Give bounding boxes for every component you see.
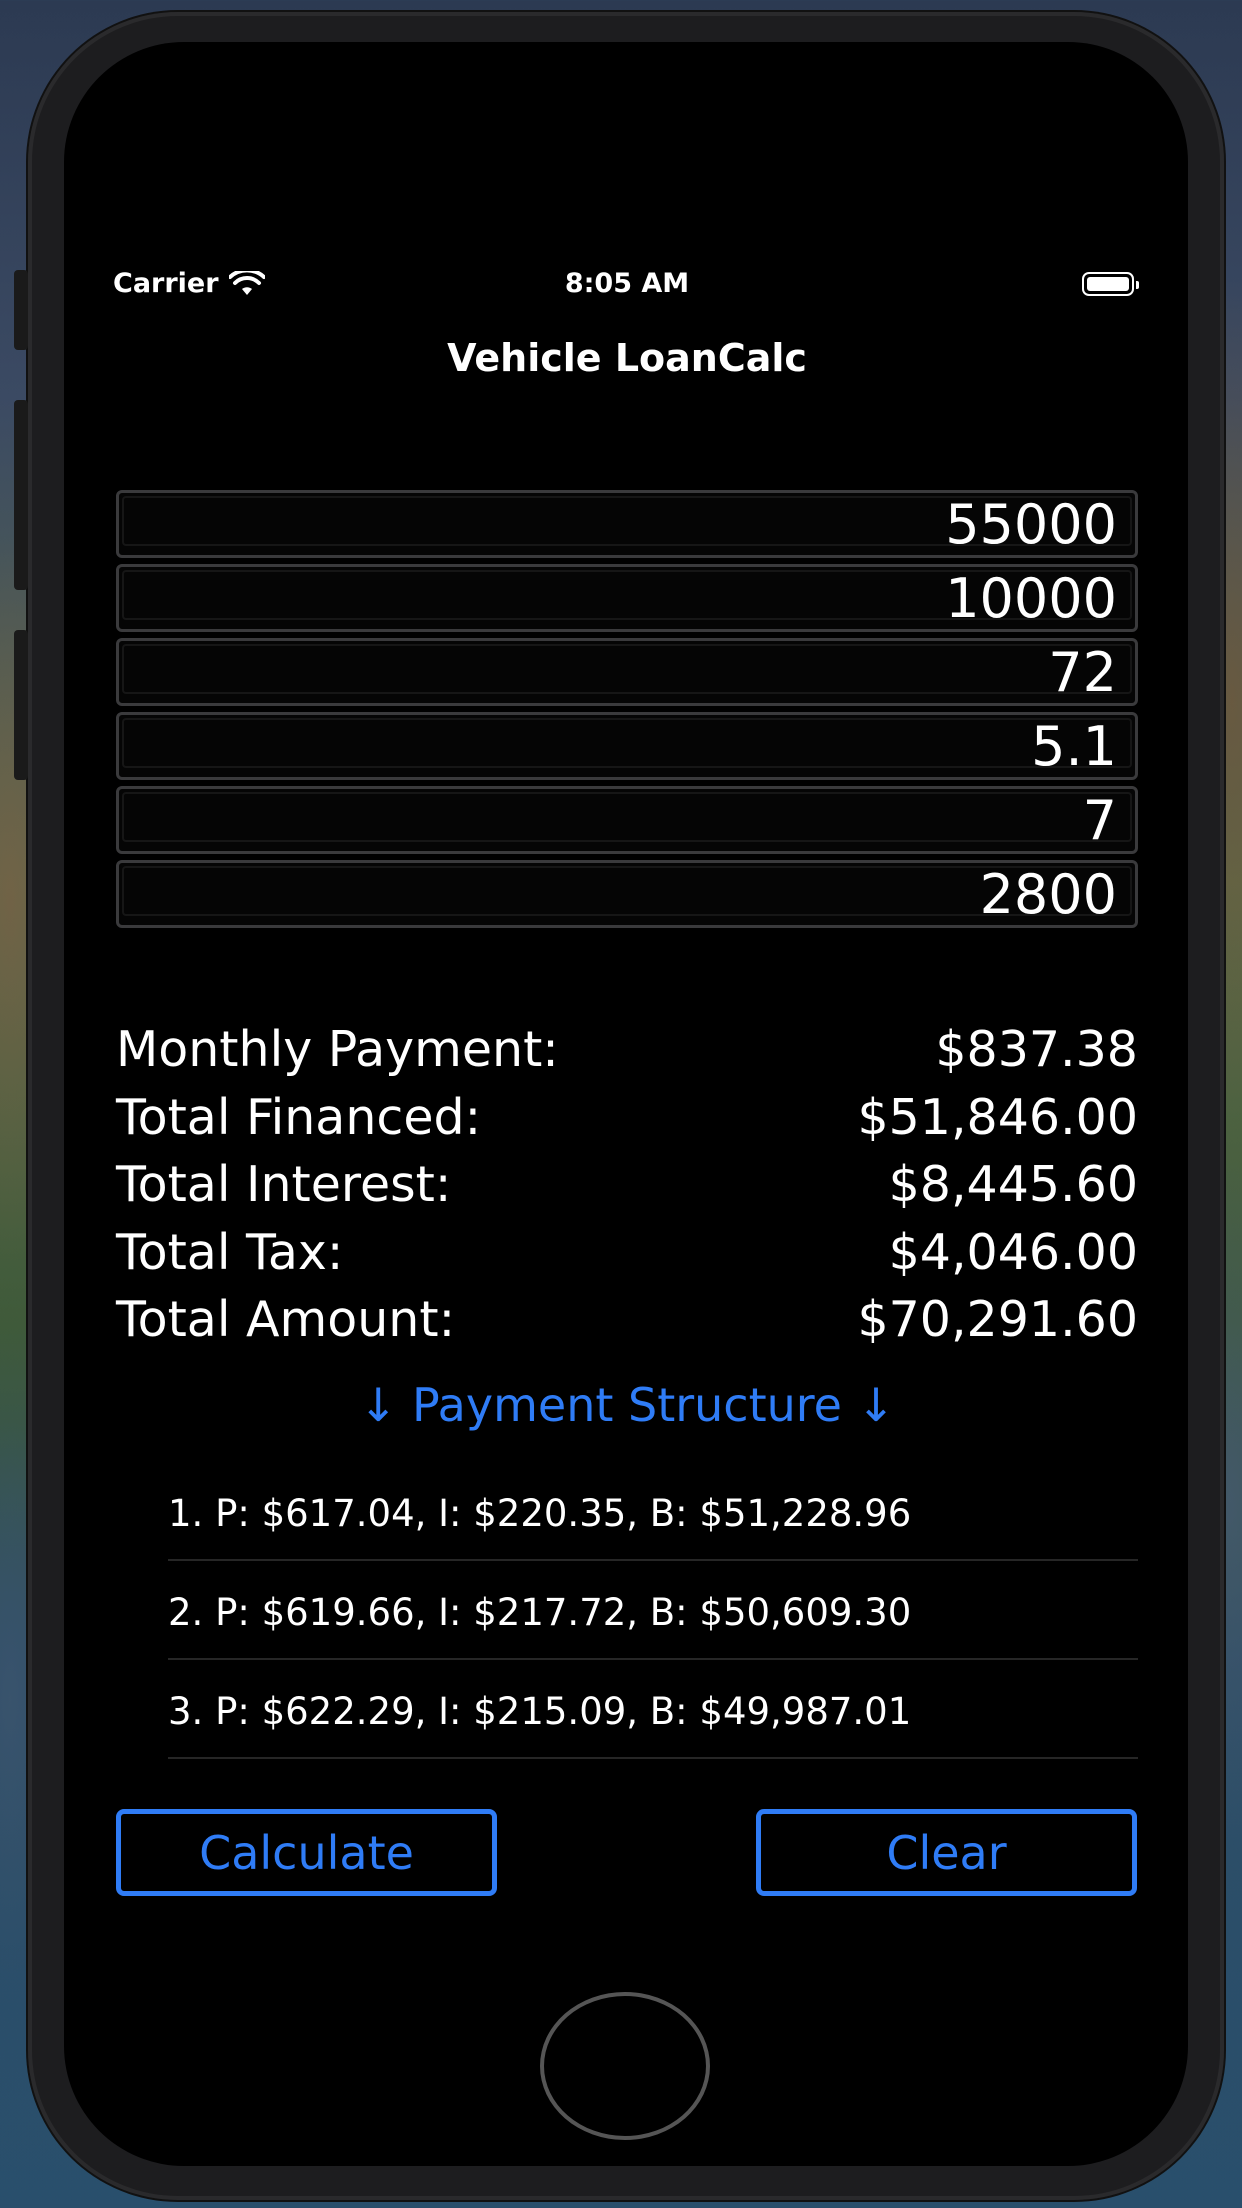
loan-inputs [116,490,1138,934]
results-summary: Monthly Payment: $837.38 Total Financed:… [116,1016,1138,1354]
total-financed-value: $51,846.00 [857,1088,1138,1146]
monthly-payment-label: Monthly Payment: [116,1021,559,1079]
down-payment-field[interactable] [116,564,1138,632]
app-screen: Carrier 8:05 AM Vehicle LoanCalc Monthly… [0,0,1242,2208]
monthly-payment-row: Monthly Payment: $837.38 [116,1016,1138,1084]
trade-in-field[interactable] [116,860,1138,928]
status-bar: Carrier 8:05 AM [0,268,1242,308]
total-tax-row: Total Tax: $4,046.00 [116,1219,1138,1287]
clear-button[interactable]: Clear [756,1809,1137,1896]
list-item: 3. P: $622.29, I: $215.09, B: $49,987.01 [168,1660,1138,1759]
interest-rate-field[interactable] [116,712,1138,780]
home-button[interactable] [540,1992,710,2140]
total-amount-value: $70,291.60 [857,1291,1138,1349]
list-item: 2. P: $619.66, I: $217.72, B: $50,609.30 [168,1561,1138,1660]
total-financed-label: Total Financed: [116,1088,482,1146]
battery-icon [1082,272,1139,296]
total-interest-row: Total Interest: $8,445.60 [116,1151,1138,1219]
calculate-button[interactable]: Calculate [116,1809,497,1896]
total-tax-value: $4,046.00 [888,1223,1138,1281]
vehicle-price-field[interactable] [116,490,1138,558]
loan-term-field[interactable] [116,638,1138,706]
status-time: 8:05 AM [564,268,690,299]
total-interest-label: Total Interest: [116,1156,452,1214]
payment-structure-header: ↓ Payment Structure ↓ [358,1378,896,1432]
payment-structure-list[interactable]: 1. P: $617.04, I: $220.35, B: $51,228.96… [168,1462,1138,1759]
tax-rate-field[interactable] [116,786,1138,854]
total-amount-label: Total Amount: [116,1291,456,1349]
monthly-payment-value: $837.38 [935,1021,1138,1079]
list-item: 1. P: $617.04, I: $220.35, B: $51,228.96 [168,1462,1138,1561]
total-interest-value: $8,445.60 [888,1156,1138,1214]
total-financed-row: Total Financed: $51,846.00 [116,1084,1138,1152]
nav-title: Vehicle LoanCalc [447,336,807,380]
total-amount-row: Total Amount: $70,291.60 [116,1286,1138,1354]
total-tax-label: Total Tax: [116,1223,344,1281]
